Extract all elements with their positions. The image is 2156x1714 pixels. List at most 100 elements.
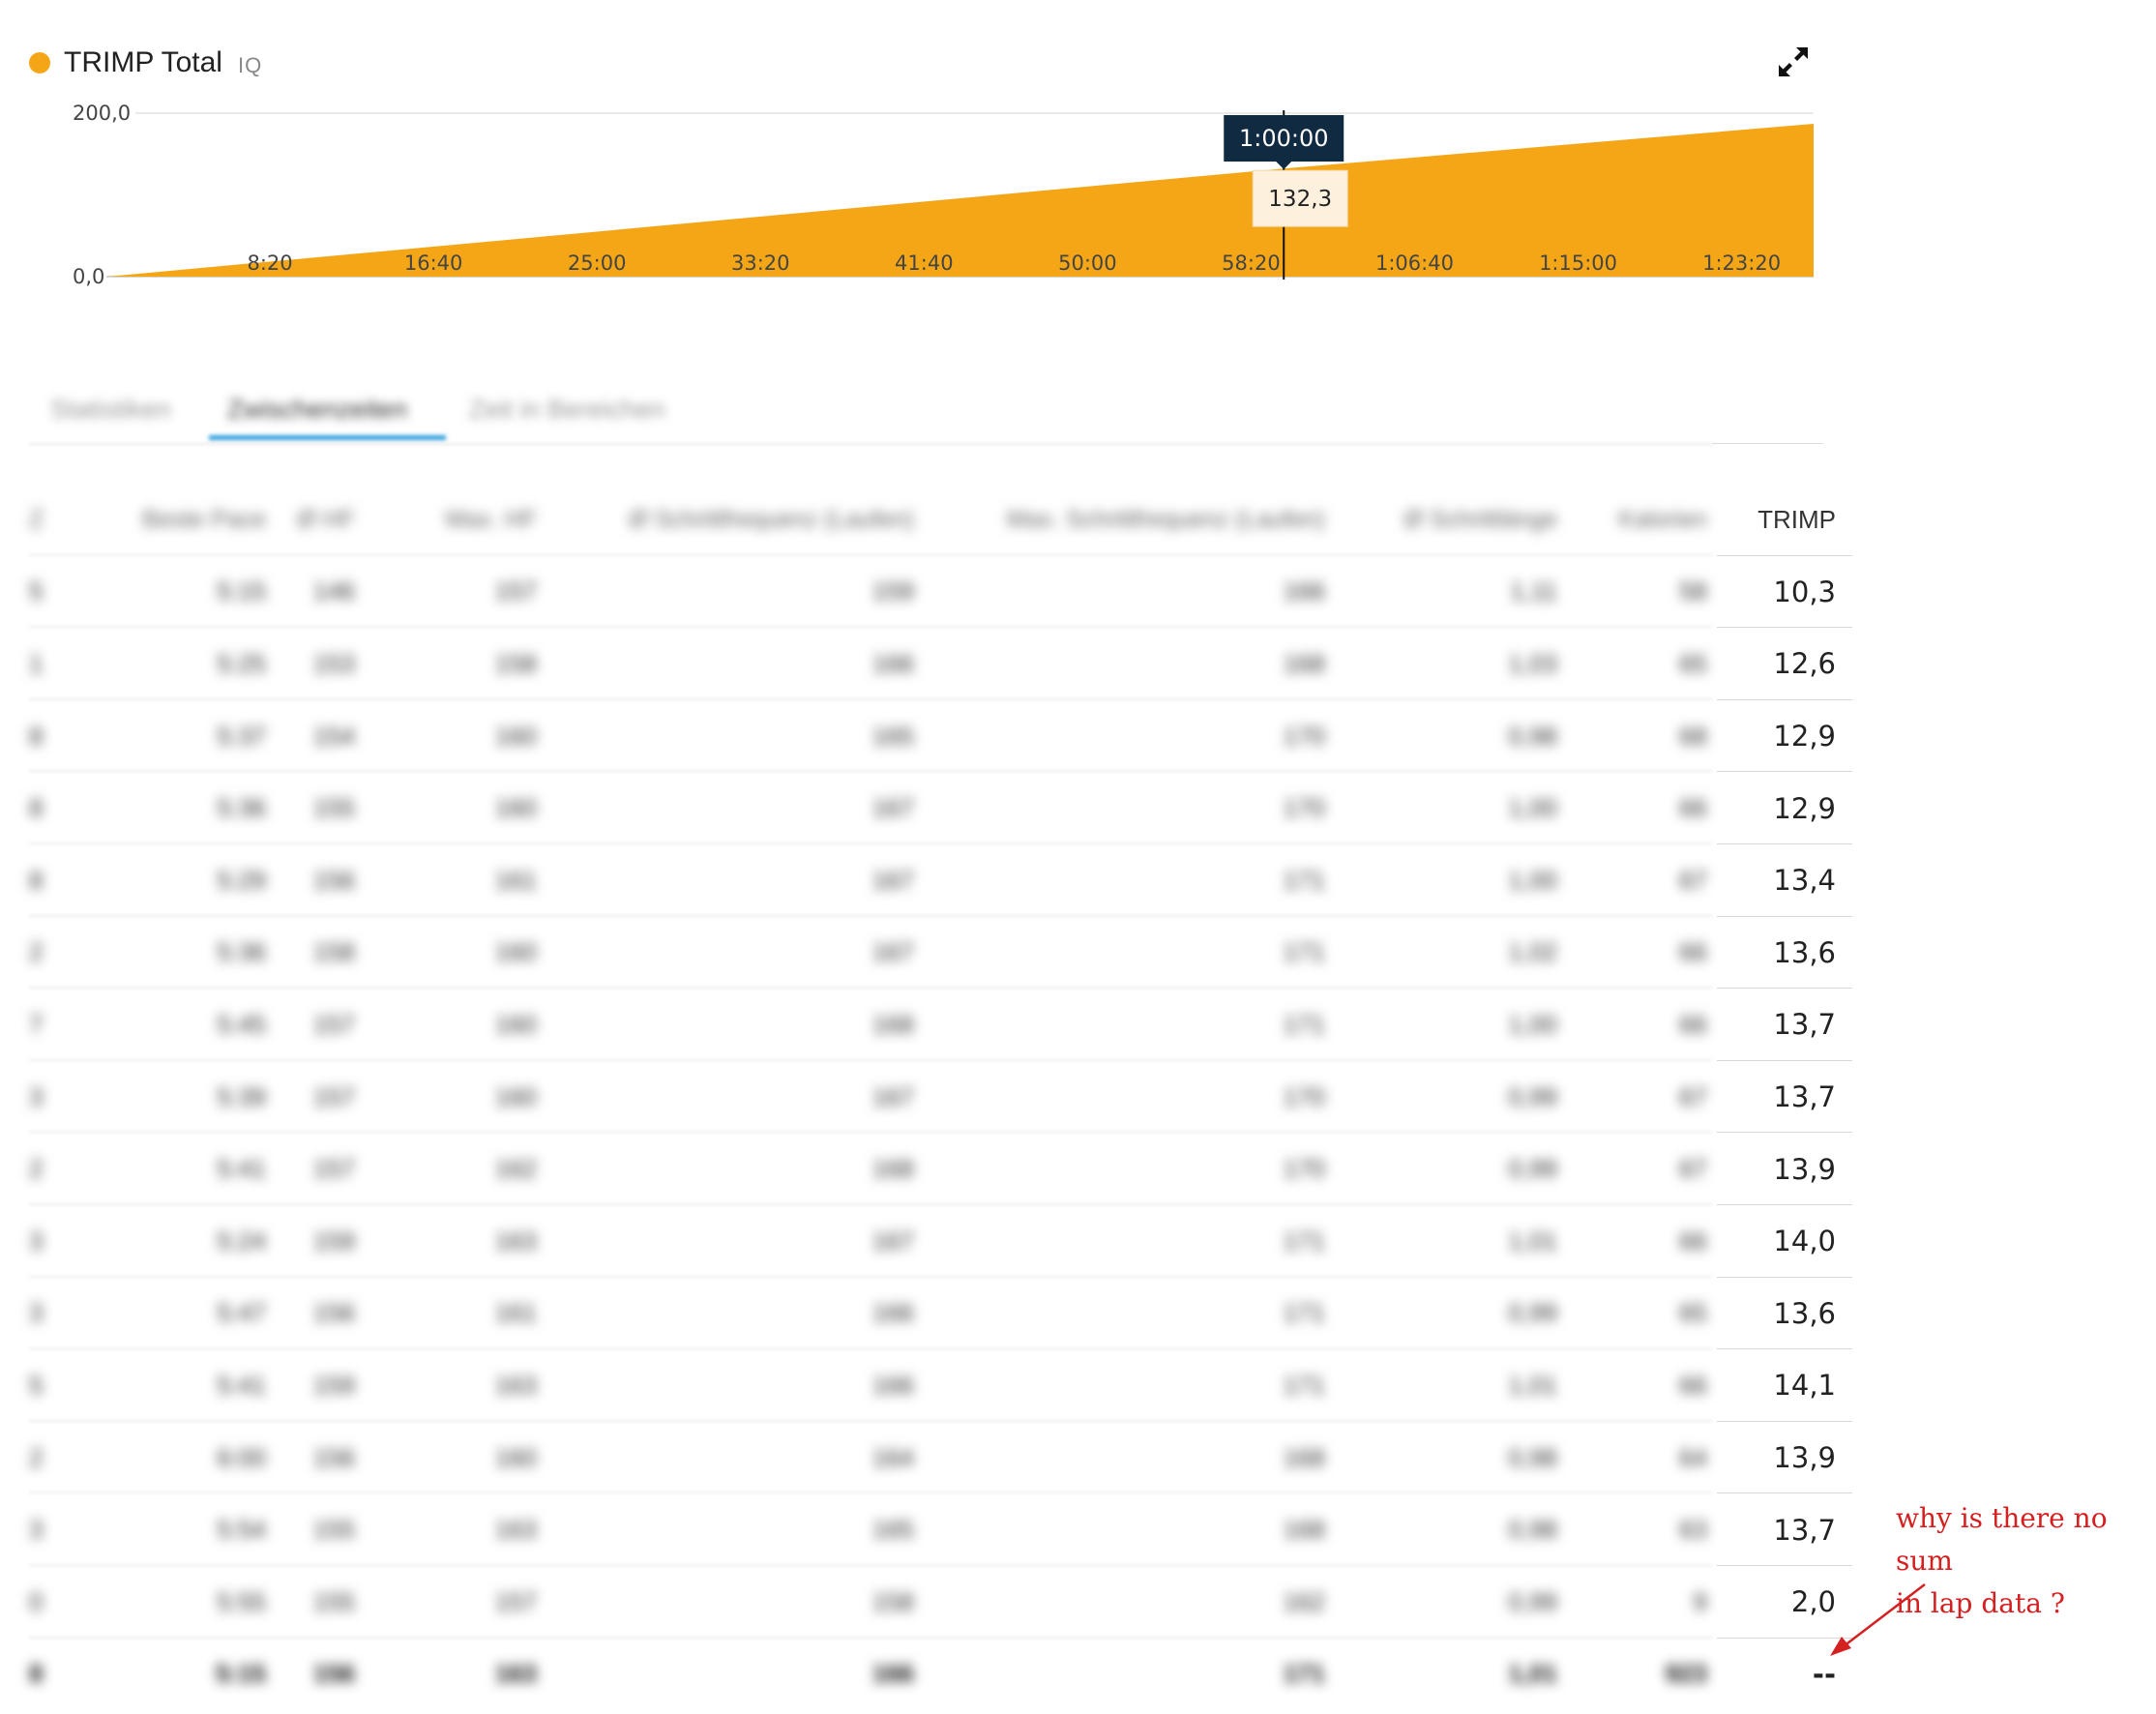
table-cell: 5:45 bbox=[217, 1009, 266, 1039]
table-cell: 160 bbox=[494, 793, 537, 823]
table-row[interactable]: 2 5:41 157 162 168 170 0,99 67 13,9 bbox=[29, 1133, 1852, 1205]
table-cell: 2 bbox=[29, 1442, 44, 1472]
table-cell: 3 bbox=[29, 1515, 44, 1545]
table-cell: 9 bbox=[1693, 1586, 1707, 1616]
table-cell: 170 bbox=[1283, 793, 1325, 823]
x-tick-label: 33:20 bbox=[731, 251, 790, 275]
table-cell: 159 bbox=[871, 576, 914, 606]
table-cell: 158 bbox=[871, 1586, 914, 1616]
table-row[interactable]: 3 5:24 159 163 167 171 1,01 66 14,0 bbox=[29, 1205, 1852, 1278]
table-cell: 67 bbox=[1679, 1154, 1707, 1184]
table-cell: 5:36 bbox=[217, 793, 266, 823]
table-cell: 161 bbox=[494, 865, 537, 895]
column-header[interactable]: Max. HF bbox=[358, 484, 537, 556]
tab-time-in-zones[interactable]: Zeit in Bereichen bbox=[469, 387, 665, 447]
table-cell: 0,99 bbox=[1508, 1586, 1557, 1616]
y-tick-label: 200,0 bbox=[73, 102, 131, 125]
column-header[interactable]: Max. Schrittfrequenz (Laufen) bbox=[919, 484, 1325, 556]
trimp-cell: 13,7 bbox=[1773, 1008, 1836, 1042]
table-cell: 1,00 bbox=[1508, 865, 1557, 895]
table-cell: 171 bbox=[1283, 865, 1325, 895]
table-cell: 171 bbox=[1283, 937, 1325, 967]
trimp-cell: 14,1 bbox=[1773, 1369, 1836, 1403]
annotation-line-2: in lap data ? bbox=[1896, 1587, 2065, 1619]
column-header[interactable]: Ø Schrittfrequenz (Laufen) bbox=[542, 484, 914, 556]
tabs-bar: Statistiken Zwischenzeiten Zeit in Berei… bbox=[29, 387, 1823, 447]
x-tick-label: 50:00 bbox=[1058, 251, 1117, 275]
table-cell: 68 bbox=[1679, 721, 1707, 751]
y-tick-label: 0,0 bbox=[73, 265, 104, 288]
table-cell: 168 bbox=[871, 1009, 914, 1039]
table-row[interactable]: 2 6:00 156 160 164 168 0,98 64 13,9 bbox=[29, 1422, 1852, 1494]
tab-statistics[interactable]: Statistiken bbox=[50, 387, 171, 447]
table-cell: 2 bbox=[29, 1154, 44, 1184]
table-row[interactable]: 5 5:15 146 157 159 166 1,11 58 10,3 bbox=[29, 556, 1852, 629]
table-cell: 157 bbox=[312, 1009, 355, 1039]
table-cell: 65 bbox=[1679, 1298, 1707, 1328]
table-cell: 1 bbox=[29, 648, 44, 678]
table-cell: 1,01 bbox=[1508, 1659, 1557, 1689]
column-header-trimp[interactable]: TRIMP bbox=[1717, 484, 1836, 556]
table-cell: 0,99 bbox=[1508, 1154, 1557, 1184]
column-header[interactable]: Beste Pace bbox=[68, 484, 266, 556]
column-header[interactable]: Z bbox=[29, 484, 68, 556]
legend-dot-icon bbox=[29, 52, 50, 74]
table-row[interactable]: 5 5:41 159 163 166 171 1,01 66 14,1 bbox=[29, 1349, 1852, 1422]
trimp-chart[interactable]: 200,0 0,0 8:20 16:40 25:00 33:20 41:40 50:00 58… bbox=[0, 87, 1838, 310]
tabs-divider bbox=[29, 443, 1712, 445]
table-cell: 157 bbox=[494, 576, 537, 606]
table-cell: 67 bbox=[1679, 865, 1707, 895]
column-header[interactable]: Kalorien bbox=[1562, 484, 1707, 556]
table-cell: 1,11 bbox=[1510, 576, 1557, 606]
x-tick-label: 8:20 bbox=[247, 251, 292, 275]
table-cell: 5:47 bbox=[217, 1298, 266, 1328]
table-row[interactable]: 3 5:39 157 160 167 170 0,99 67 13,7 bbox=[29, 1061, 1852, 1134]
table-row[interactable]: 7 5:45 157 160 168 171 1,00 66 13,7 bbox=[29, 989, 1852, 1061]
table-row[interactable]: 8 5:36 155 160 167 170 1,00 66 12,9 bbox=[29, 772, 1852, 844]
table-cell: 0,99 bbox=[1508, 1081, 1557, 1111]
table-cell: 2 bbox=[29, 937, 44, 967]
table-cell: 1,02 bbox=[1508, 937, 1557, 967]
chart-title: TRIMP Total bbox=[64, 46, 222, 78]
column-header[interactable]: Ø HF bbox=[271, 484, 355, 556]
table-row[interactable]: 2 5:36 158 160 167 171 1,02 66 13,6 bbox=[29, 917, 1852, 990]
table-cell: 156 bbox=[312, 1442, 355, 1472]
table-cell: 5:55 bbox=[217, 1586, 266, 1616]
table-cell: 160 bbox=[494, 1081, 537, 1111]
chart-header: TRIMP Total IQ bbox=[29, 39, 262, 87]
table-row[interactable]: 0 5:55 155 157 158 162 0,99 9 2,0 bbox=[29, 1566, 1852, 1639]
table-cell: 157 bbox=[312, 1154, 355, 1184]
table-cell: 8 bbox=[29, 1659, 44, 1689]
trimp-cell: 13,6 bbox=[1773, 935, 1836, 969]
table-row[interactable]: 1 5:25 153 158 166 168 1,03 65 12,6 bbox=[29, 628, 1852, 700]
table-row[interactable]: 8 5:29 156 161 167 171 1,00 67 13,4 bbox=[29, 844, 1852, 917]
table-cell: 65 bbox=[1679, 648, 1707, 678]
table-cell: 1,01 bbox=[1508, 1226, 1557, 1256]
table-cell: 170 bbox=[1283, 721, 1325, 751]
table-total-row[interactable]: 8 5:15 156 163 166 171 1,01 923 -- bbox=[29, 1639, 1836, 1711]
table-cell: 160 bbox=[494, 937, 537, 967]
table-row[interactable]: 3 5:54 155 163 165 168 0,98 63 13,7 bbox=[29, 1493, 1852, 1566]
table-cell: 1,03 bbox=[1508, 648, 1557, 678]
table-cell: 168 bbox=[1283, 1442, 1325, 1472]
trimp-cell: 2,0 bbox=[1790, 1585, 1836, 1619]
table-row[interactable]: 3 5:47 156 161 166 171 0,99 65 13,6 bbox=[29, 1278, 1852, 1350]
table-cell: 6:00 bbox=[217, 1442, 266, 1472]
table-cell: 171 bbox=[1283, 1298, 1325, 1328]
table-cell: 171 bbox=[1283, 1009, 1325, 1039]
x-tick-label: 1:23:20 bbox=[1702, 251, 1781, 275]
table-cell: 168 bbox=[1283, 1515, 1325, 1545]
expand-icon[interactable] bbox=[1776, 44, 1811, 79]
column-header[interactable]: Ø Schrittlänge bbox=[1330, 484, 1557, 556]
table-cell: 157 bbox=[312, 1081, 355, 1111]
table-cell: 165 bbox=[871, 1515, 914, 1545]
table-cell: 163 bbox=[494, 1515, 537, 1545]
table-cell: 5:39 bbox=[217, 1081, 266, 1111]
table-cell: 163 bbox=[494, 1226, 537, 1256]
table-cell: 166 bbox=[871, 648, 914, 678]
table-cell: 5:41 bbox=[217, 1370, 266, 1400]
table-cell: 158 bbox=[312, 937, 355, 967]
table-cell: 171 bbox=[1283, 1370, 1325, 1400]
table-row[interactable]: 8 5:37 154 160 165 170 0,98 68 12,9 bbox=[29, 700, 1852, 773]
table-cell: 66 bbox=[1679, 937, 1707, 967]
